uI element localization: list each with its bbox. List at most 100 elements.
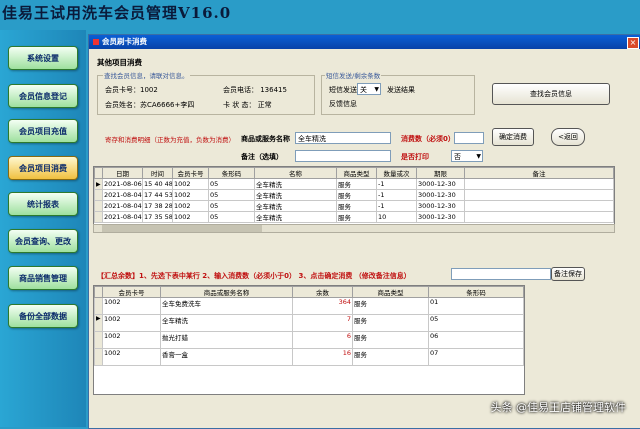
- nav-system-settings-button[interactable]: 系统设置: [8, 46, 78, 70]
- col-barcode[interactable]: 条形码: [208, 167, 255, 179]
- cell[interactable]: [464, 189, 614, 201]
- col-barcode[interactable]: 条形码: [428, 286, 524, 298]
- table-row[interactable]: 1002 香膏一盒 16 服务 07: [94, 348, 524, 366]
- cell[interactable]: 抛光打蜡: [160, 331, 293, 349]
- table-row[interactable]: 2021-08-04 17 38 28 1002 05 全车精洗 服务 -1 3000-12-…: [94, 200, 614, 212]
- nav-statistics-button[interactable]: 统计报表: [8, 192, 78, 216]
- cell[interactable]: 全车精洗: [254, 211, 337, 223]
- cell[interactable]: 7: [292, 314, 353, 332]
- cell[interactable]: 1002: [172, 200, 209, 212]
- cell[interactable]: 全车免费洗车: [160, 297, 293, 315]
- cell[interactable]: 1002: [102, 314, 161, 332]
- cell[interactable]: 16: [292, 348, 353, 366]
- col-type[interactable]: 商品类型: [336, 167, 377, 179]
- cell[interactable]: 服务: [352, 297, 429, 315]
- cell[interactable]: 3000-12-30: [416, 189, 465, 201]
- cell[interactable]: 05: [208, 189, 255, 201]
- nav-member-query-button[interactable]: 会员查询、更改: [8, 229, 78, 253]
- cell[interactable]: 服务: [336, 200, 377, 212]
- cell[interactable]: 1002: [102, 297, 161, 315]
- table-row[interactable]: ▶ 1002 全车精洗 7 服务 05: [94, 314, 524, 332]
- cell[interactable]: 1002: [102, 331, 161, 349]
- nav-member-consume-button[interactable]: 会员项目消费: [8, 156, 78, 180]
- cell[interactable]: 1002: [102, 348, 161, 366]
- cell[interactable]: 服务: [352, 348, 429, 366]
- cell[interactable]: -1: [376, 189, 417, 201]
- confirm-consume-button[interactable]: 确定消费: [492, 128, 534, 146]
- cell[interactable]: 05: [428, 314, 524, 332]
- col-time[interactable]: 时间: [142, 167, 173, 179]
- cell[interactable]: 2021-08-06: [102, 178, 143, 190]
- history-scrollbar[interactable]: [93, 224, 615, 233]
- cell[interactable]: 全车精洗: [254, 178, 337, 190]
- cell[interactable]: 服务: [352, 331, 429, 349]
- nav-sales-button[interactable]: 商品销售管理: [8, 266, 78, 290]
- table-row[interactable]: 2021-08-04 17 35 58 1002 05 全车精洗 服务 10 3000-12-…: [94, 211, 614, 223]
- cell[interactable]: 3000-12-30: [416, 211, 465, 223]
- cell[interactable]: 6: [292, 331, 353, 349]
- cell[interactable]: 1002: [172, 189, 209, 201]
- col-date[interactable]: 日期: [102, 167, 143, 179]
- note-input[interactable]: [295, 150, 391, 162]
- col-balance[interactable]: 余数: [292, 286, 353, 298]
- table-row[interactable]: 1002 全车免费洗车 364 服务 01: [94, 297, 524, 315]
- table-row[interactable]: 2021-08-04 17 44 53 1002 05 全车精洗 服务 -1 3000-12-…: [94, 189, 614, 201]
- cell[interactable]: 364: [292, 297, 353, 315]
- sms-send-select[interactable]: 关 ▼: [357, 83, 381, 95]
- cell[interactable]: 2021-08-04: [102, 200, 143, 212]
- cell[interactable]: 17 38 28: [142, 200, 173, 212]
- col-qty[interactable]: 数量或次: [376, 167, 417, 179]
- cell[interactable]: 2021-08-04: [102, 189, 143, 201]
- cell[interactable]: 01: [428, 297, 524, 315]
- nav-backup-button[interactable]: 备份全部数据: [8, 304, 78, 328]
- scrollbar-thumb[interactable]: [102, 225, 262, 232]
- cell[interactable]: 服务: [336, 178, 377, 190]
- col-note[interactable]: 备注: [464, 167, 614, 179]
- col-expiry[interactable]: 期限: [416, 167, 465, 179]
- cell[interactable]: 香膏一盒: [160, 348, 293, 366]
- cell[interactable]: 服务: [336, 211, 377, 223]
- table-row[interactable]: ▶ 2021-08-06 15 40 48 1002 05 全车精洗 服务 -1 3000-1…: [94, 178, 614, 190]
- col-type[interactable]: 商品类型: [352, 286, 429, 298]
- cell[interactable]: 10: [376, 211, 417, 223]
- col-card[interactable]: 会员卡号: [172, 167, 209, 179]
- cell[interactable]: -1: [376, 178, 417, 190]
- cell[interactable]: 服务: [336, 189, 377, 201]
- cell[interactable]: 全车精洗: [254, 189, 337, 201]
- cell[interactable]: 05: [208, 178, 255, 190]
- cell[interactable]: 1002: [172, 211, 209, 223]
- cell[interactable]: 17 44 53: [142, 189, 173, 201]
- cell[interactable]: 1002: [172, 178, 209, 190]
- cell[interactable]: [464, 178, 614, 190]
- back-button[interactable]: <返回: [551, 128, 585, 146]
- find-member-button[interactable]: 查找会员信息: [492, 83, 610, 105]
- save-note-button[interactable]: 备注保存: [551, 267, 585, 281]
- cell[interactable]: 服务: [352, 314, 429, 332]
- table-row[interactable]: 1002 抛光打蜡 6 服务 06: [94, 331, 524, 349]
- col-item[interactable]: 商品或服务名称: [160, 286, 293, 298]
- note-edit-input[interactable]: [451, 268, 551, 280]
- chevron-down-icon: ▼: [476, 153, 481, 160]
- cell[interactable]: 3000-12-30: [416, 178, 465, 190]
- close-icon[interactable]: ×: [627, 37, 639, 49]
- nav-member-recharge-button[interactable]: 会员项目充值: [8, 119, 78, 143]
- cell[interactable]: -1: [376, 200, 417, 212]
- cell[interactable]: [464, 211, 614, 223]
- cell[interactable]: [464, 200, 614, 212]
- cell[interactable]: 17 35 58: [142, 211, 173, 223]
- item-name-input[interactable]: 全车精洗: [295, 132, 391, 144]
- col-card[interactable]: 会员卡号: [102, 286, 161, 298]
- cell[interactable]: 05: [208, 211, 255, 223]
- print-select[interactable]: 否 ▼: [451, 150, 483, 162]
- qty-input[interactable]: [454, 132, 484, 144]
- cell[interactable]: 全车精洗: [254, 200, 337, 212]
- nav-member-register-button[interactable]: 会员信息登记: [8, 84, 78, 108]
- cell[interactable]: 3000-12-30: [416, 200, 465, 212]
- cell[interactable]: 07: [428, 348, 524, 366]
- cell[interactable]: 06: [428, 331, 524, 349]
- cell[interactable]: 05: [208, 200, 255, 212]
- col-name[interactable]: 名称: [254, 167, 337, 179]
- cell[interactable]: 15 40 48: [142, 178, 173, 190]
- cell[interactable]: 2021-08-04: [102, 211, 143, 223]
- cell[interactable]: 全车精洗: [160, 314, 293, 332]
